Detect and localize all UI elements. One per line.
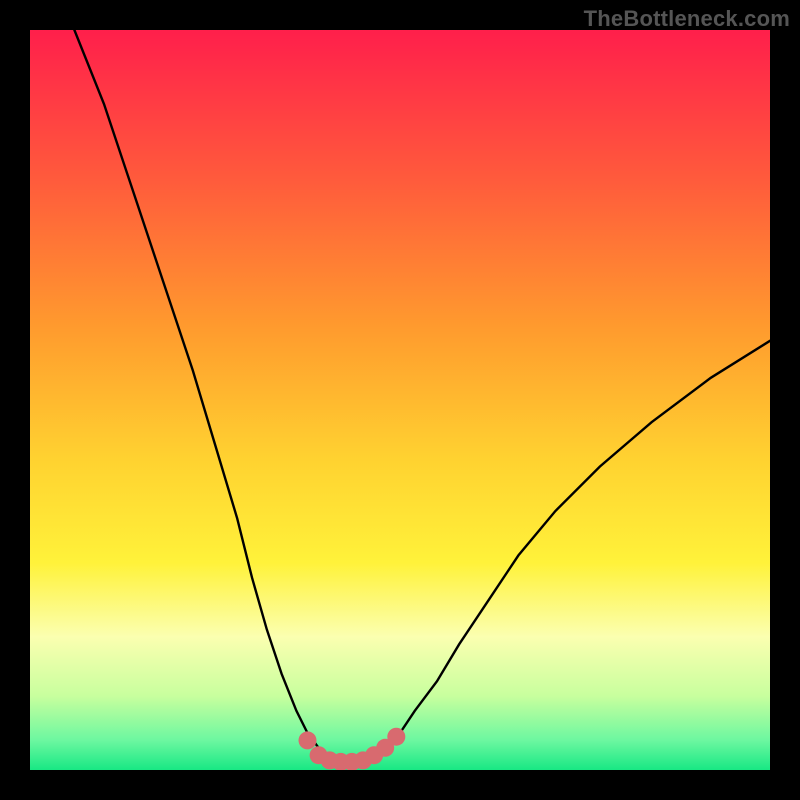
chart-frame: TheBottleneck.com	[0, 0, 800, 800]
watermark-text: TheBottleneck.com	[584, 6, 790, 32]
marker-dot	[299, 731, 317, 749]
marker-dot	[387, 728, 405, 746]
bottleneck-plot	[30, 30, 770, 770]
gradient-background	[30, 30, 770, 770]
